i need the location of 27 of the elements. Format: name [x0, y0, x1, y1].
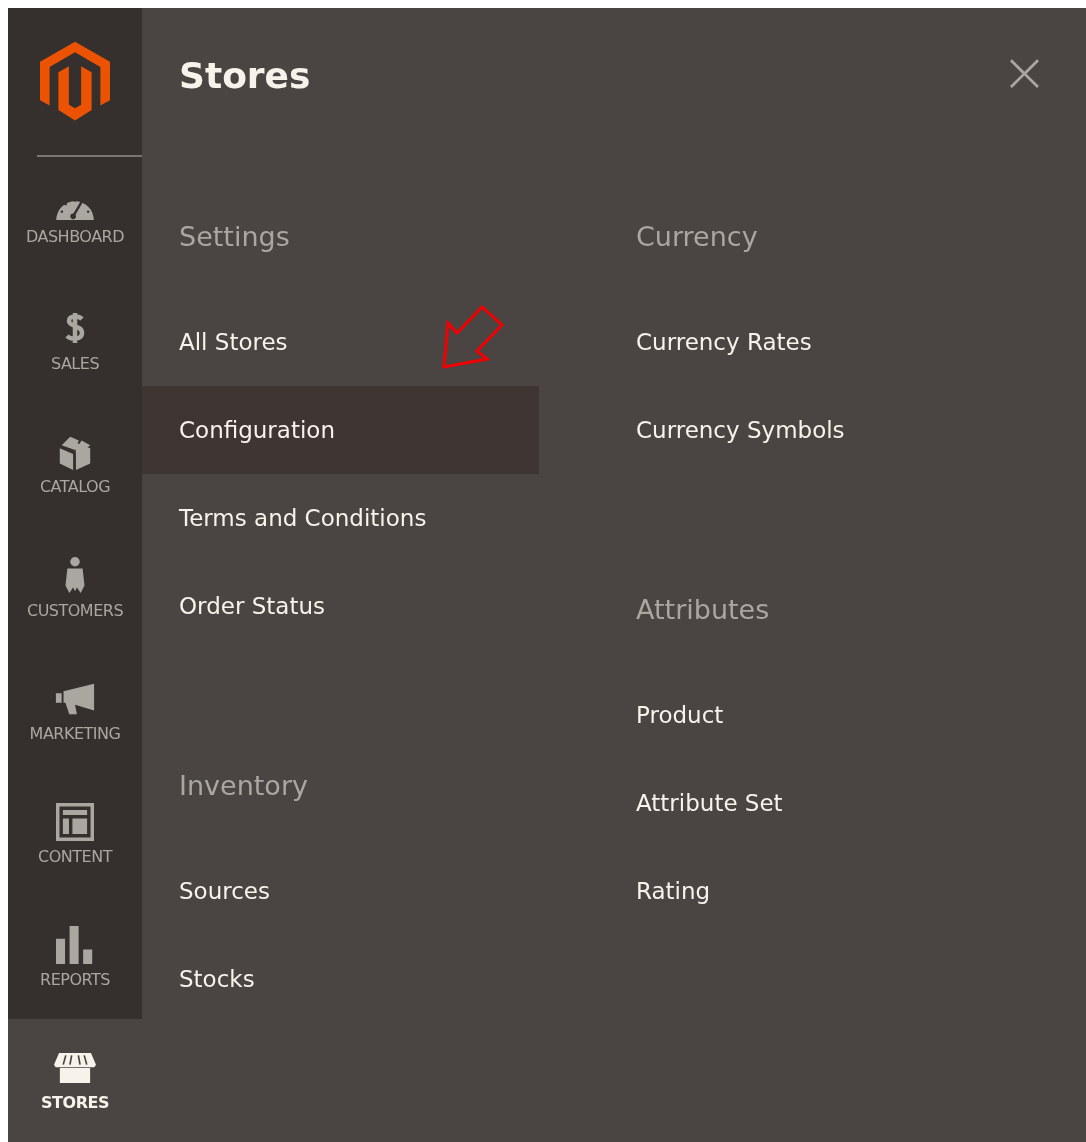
close-button[interactable]: × — [1001, 44, 1086, 100]
menu-item[interactable]: Configuration — [142, 386, 539, 474]
menu-item[interactable]: Product — [599, 671, 996, 759]
group-heading: Inventory — [178, 769, 309, 803]
menu-item[interactable]: Rating — [599, 847, 996, 935]
layout-icon — [54, 802, 96, 841]
menu-item[interactable]: All Stores — [142, 298, 539, 386]
sidebar-item[interactable]: DASHBOARD — [8, 157, 142, 281]
group-heading: Attributes — [635, 593, 771, 627]
group-heading: Settings — [178, 220, 291, 254]
menu-item[interactable]: Currency Symbols — [599, 386, 996, 474]
menu-item[interactable]: Terms and Conditions — [142, 474, 539, 562]
menu-item[interactable]: Stocks — [142, 935, 539, 1023]
menu-item[interactable]: Currency Rates — [599, 298, 996, 386]
menu-item[interactable]: Sources — [142, 847, 539, 935]
group-heading: Currency — [635, 220, 759, 254]
logo-icon[interactable] — [40, 41, 110, 121]
arrow-icon — [442, 305, 504, 369]
sidebar-item[interactable]: REPORTS — [8, 895, 142, 1019]
menu-item[interactable]: Order Status — [142, 562, 539, 650]
menu-item[interactable]: Attribute Set — [599, 759, 996, 847]
sidebar-item[interactable]: CATALOG — [8, 403, 142, 527]
panel-title: Stores — [179, 54, 311, 96]
sidebar-item[interactable]: CONTENT — [8, 772, 142, 896]
sidebar-item[interactable]: SALES — [8, 280, 142, 404]
sidebar-item[interactable]: CUSTOMERS — [8, 526, 142, 650]
sidebar-item[interactable]: MARKETING — [8, 649, 142, 773]
